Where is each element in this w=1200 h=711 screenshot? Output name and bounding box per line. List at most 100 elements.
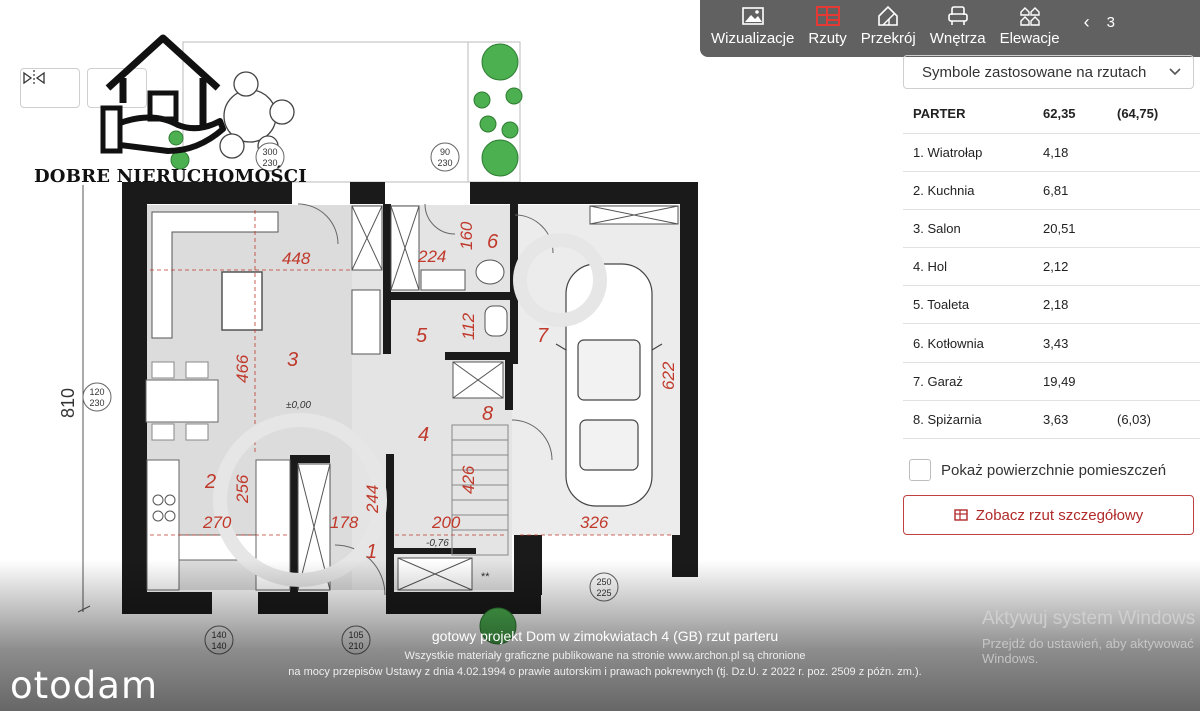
chevron-left-icon[interactable]: ‹ (1067, 0, 1107, 45)
room-name: 7. Garaż (903, 362, 1033, 401)
dim-244: 244 (363, 485, 382, 514)
table-row: 2. Kuchnia 6,81 (903, 171, 1200, 210)
view-toolbar: Wizualizacje Rzuty Przekrój Wnętrza Elew… (700, 0, 1200, 57)
opening-3-h: 230 (89, 398, 104, 408)
room-name: 3. Salon (903, 209, 1033, 249)
dim-426: 426 (459, 465, 478, 494)
dim-112: 112 (459, 312, 478, 340)
show-areas-checkbox[interactable] (909, 459, 931, 481)
floorplan-icon (815, 4, 840, 28)
tab-label: Wizualizacje (711, 30, 795, 47)
level-ground: ±0,00 (286, 400, 311, 411)
room-area: 2,12 (1033, 247, 1107, 287)
show-areas-toggle[interactable]: Pokaż powierzchnie pomieszczeń (903, 459, 1200, 481)
table-row: 3. Salon 20,51 (903, 209, 1200, 249)
image-icon (741, 4, 764, 28)
floorplan-icon (954, 509, 968, 521)
house-section-icon (877, 4, 899, 28)
level-area: 62,35 (1033, 95, 1107, 134)
image-caption-law: na mocy przepisów Ustawy z dnia 4.02.199… (288, 666, 922, 678)
room-name: 8. Spiżarnia (903, 400, 1033, 440)
room-area: 20,51 (1033, 209, 1107, 249)
room-name: 5. Toaleta (903, 285, 1033, 325)
dim-326: 326 (580, 513, 609, 532)
room-area: 4,18 (1033, 133, 1107, 172)
room-number-7: 7 (537, 325, 549, 347)
image-caption-copyright: Wszystkie materiały graficzne publikowan… (404, 650, 806, 662)
room-area: 6,81 (1033, 171, 1107, 210)
windows-activation-line: Windows. (982, 651, 1039, 666)
tab-label: Rzuty (808, 30, 847, 47)
tab-wizualizacje[interactable]: Wizualizacje (704, 0, 801, 57)
level-step: -0,76 (426, 538, 449, 549)
dim-810: 810 (58, 388, 78, 418)
otodam-logo: otodam (10, 664, 158, 707)
table-row: 5. Toaleta 2,18 (903, 285, 1200, 325)
windows-activation-text: Przejdź do ustawień, aby aktywować Windo… (982, 636, 1194, 666)
table-row: 8. Spiżarnia 3,63 (6,03) (903, 400, 1200, 440)
level-name: PARTER (903, 95, 1033, 134)
room-area: 19,49 (1033, 362, 1107, 401)
elevation-icon (1019, 4, 1041, 28)
tab-elewacje[interactable]: Elewacje (993, 0, 1067, 57)
room-number-6: 6 (487, 231, 499, 253)
show-areas-label: Pokaż powierzchnie pomieszczeń (941, 461, 1167, 479)
tab-wnetrza[interactable]: Wnętrza (923, 0, 993, 57)
table-row: 7. Garaż 19,49 (903, 362, 1200, 401)
chevron-down-icon (1169, 68, 1181, 76)
room-area: 3,63 (1033, 400, 1107, 440)
room-number-5: 5 (416, 325, 428, 347)
room-number-8: 8 (482, 403, 493, 425)
dim-622: 622 (659, 361, 678, 390)
mirror-plan-button[interactable] (20, 68, 80, 108)
room-extra (1107, 133, 1200, 172)
dim-160: 160 (457, 221, 476, 250)
room-name: 1. Wiatrołap (903, 133, 1033, 172)
rooms-table: PARTER 62,35 (64,75) 1. Wiatrołap 4,18 2.… (903, 95, 1200, 440)
detail-plan-button[interactable]: Zobacz rzut szczegółowy (903, 495, 1194, 535)
room-extra (1107, 209, 1200, 249)
room-number-4: 4 (418, 424, 429, 446)
room-area: 3,43 (1033, 323, 1107, 363)
table-row: 4. Hol 2,12 (903, 247, 1200, 287)
house-hand-logo-icon (100, 34, 226, 154)
dim-200: 200 (431, 513, 461, 532)
room-extra: (6,03) (1107, 400, 1200, 440)
rooms-panel: Symbole zastosowane na rzutach PARTER 62… (903, 55, 1200, 535)
room-name: 2. Kuchnia (903, 171, 1033, 210)
table-row: 1. Wiatrołap 4,18 (903, 133, 1200, 172)
tab-przekroj[interactable]: Przekrój (854, 0, 923, 57)
room-extra (1107, 171, 1200, 210)
opening-2-w: 90 (440, 147, 450, 157)
tab-label: Przekrój (860, 30, 916, 47)
dim-178: 178 (330, 513, 359, 532)
mirror-icon (23, 70, 45, 86)
room-name: 6. Kotłownia (903, 323, 1033, 363)
symbols-dropdown[interactable]: Symbole zastosowane na rzutach (903, 55, 1194, 89)
dim-466: 466 (233, 354, 252, 383)
image-caption-title: gotowy projekt Dom w zimokwiatach 4 (GB)… (431, 628, 779, 644)
logo-text: DOBRE NIERUCHOMOŚCI (34, 166, 307, 187)
room-number-3: 3 (287, 349, 298, 371)
room-number-2: 2 (204, 471, 216, 493)
room-area: 2,18 (1033, 285, 1107, 325)
dim-256: 256 (233, 474, 252, 504)
room-extra (1107, 285, 1200, 325)
level-area-total: (64,75) (1107, 95, 1200, 134)
room-name: 4. Hol (903, 247, 1033, 287)
windows-activation-line: Przejdź do ustawień, aby aktywować (982, 636, 1194, 651)
opening-3-w: 120 (89, 387, 104, 397)
armchair-icon (947, 4, 969, 28)
tab-rzuty[interactable]: Rzuty (801, 0, 853, 57)
room-extra (1107, 362, 1200, 401)
symbols-dropdown-label: Symbole zastosowane na rzutach (922, 63, 1147, 81)
toolbar-more-label[interactable]: 3 (1107, 0, 1127, 45)
detail-plan-label: Zobacz rzut szczegółowy (975, 506, 1144, 524)
room-extra (1107, 323, 1200, 363)
tab-label: Wnętrza (929, 30, 986, 47)
tab-label: Elewacje (999, 30, 1060, 47)
opening-1-w: 300 (262, 147, 277, 157)
dim-224: 224 (417, 247, 446, 266)
table-row: 6. Kotłownia 3,43 (903, 323, 1200, 363)
level-row: PARTER 62,35 (64,75) (903, 95, 1200, 134)
